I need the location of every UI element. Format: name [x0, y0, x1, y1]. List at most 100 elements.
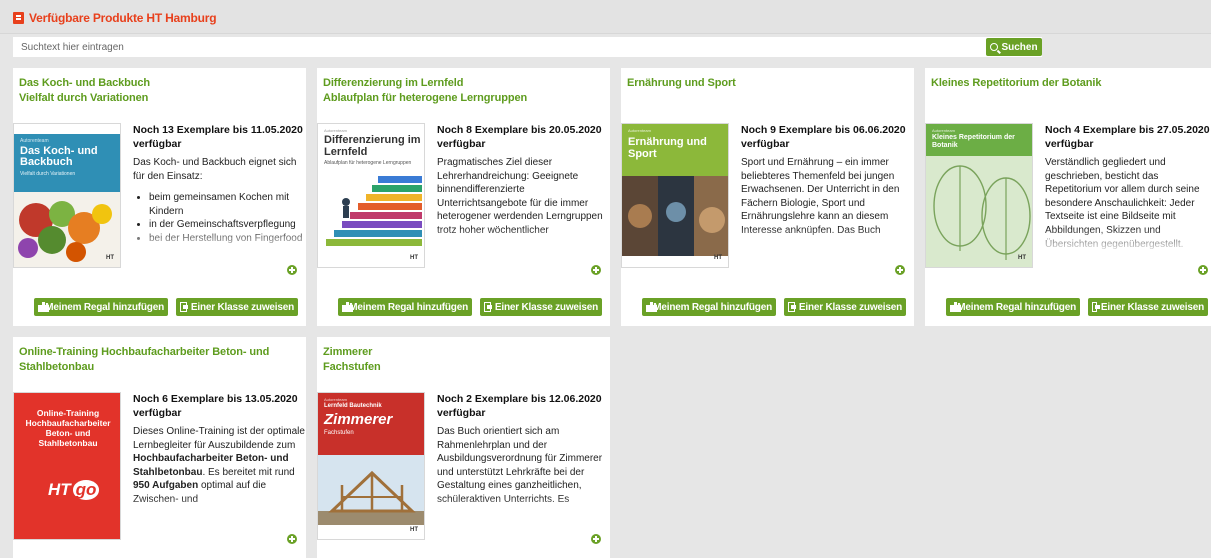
expand-plus-icon[interactable]: [591, 534, 601, 544]
product-description: Das Buch orientiert sich am Rahmenlehrpl…: [437, 425, 610, 523]
product-description: Dieses Online-Training ist der optimale …: [133, 425, 306, 523]
logo-text: go: [72, 480, 100, 500]
cover-author: Autorenteam: [628, 128, 651, 133]
shelf-icon: [342, 302, 354, 312]
availability-text: Noch 6 Exemplare bis 13.05.2020 verfügba…: [133, 393, 298, 419]
leaf-illustration: [926, 156, 1032, 267]
cover-title: Differenzierung im Lernfeld: [324, 134, 421, 158]
page-header: Verfügbare Produkte HT Hamburg: [0, 0, 1211, 34]
product-card-online-training: Online-Training Hochbaufacharbeiter Beto…: [13, 337, 306, 558]
product-subtitle-line: Vielfalt durch Variationen: [19, 92, 149, 104]
product-title[interactable]: Differenzierung im Lernfeld Ablaufplan f…: [323, 76, 608, 106]
product-subtitle-line: Fachstufen: [323, 361, 381, 373]
assign-class-button[interactable]: Einer Klasse zuweisen: [176, 298, 298, 316]
description-text: Dieses Online-Training ist der optimale …: [133, 426, 305, 451]
assign-class-button[interactable]: Einer Klasse zuweisen: [480, 298, 602, 316]
product-title[interactable]: Zimmerer Fachstufen: [323, 345, 608, 375]
assign-class-button[interactable]: Einer Klasse zuweisen: [1088, 298, 1208, 316]
publisher-logo: HT: [410, 527, 418, 533]
publisher-logo: HT: [714, 255, 722, 261]
product-title[interactable]: Kleines Repetitorium der Botanik: [931, 76, 1211, 91]
book-cover[interactable]: Online-Training Hochbaufacharbeiter Beto…: [13, 392, 121, 540]
vegetables-image: [14, 192, 120, 267]
expand-plus-icon[interactable]: [895, 265, 905, 275]
book-cover[interactable]: Autorenteam Kleines Repetitorium der Bot…: [925, 123, 1033, 268]
cover-title-line: Stahlbetonbau: [38, 438, 98, 448]
description-intro: Das Koch- und Backbuch eignet sich für d…: [133, 157, 297, 182]
logo-text: HT: [48, 480, 71, 499]
sports-photo: [622, 176, 728, 267]
add-to-shelf-label: Meinem Regal hinzufügen: [349, 301, 468, 313]
product-title-line: Das Koch- und Backbuch: [19, 77, 151, 89]
expand-plus-icon[interactable]: [287, 534, 297, 544]
product-card-ernaehrung: Ernährung und Sport Autorenteam Ernährun…: [621, 68, 914, 326]
product-title-line: Kleines Repetitorium der Botanik: [931, 77, 1102, 89]
page-title: Verfügbare Produkte HT Hamburg: [29, 11, 217, 25]
cover-title: Zimmerer: [324, 411, 393, 428]
expand-plus-icon[interactable]: [287, 265, 297, 275]
add-to-shelf-label: Meinem Regal hinzufügen: [45, 301, 164, 313]
search-button[interactable]: Suchen: [986, 38, 1042, 56]
cover-title: Das Koch- und Backbuch: [20, 145, 98, 168]
add-to-shelf-button[interactable]: Meinem Regal hinzufügen: [34, 298, 168, 316]
cover-kicker: Lernfeld Bautechnik: [324, 403, 382, 409]
cover-subtitle: Fachstufen: [324, 430, 354, 436]
availability-text: Noch 4 Exemplare bis 27.05.2020 verfügba…: [1045, 124, 1210, 150]
list-item: beim gemeinsamen Kochen mit Kindern: [149, 191, 306, 218]
product-description: Das Koch- und Backbuch eignet sich für d…: [133, 156, 306, 254]
product-card-botanik: Kleines Repetitorium der Botanik Autoren…: [925, 68, 1211, 326]
product-description: Sport und Ernährung – ein immer beliebte…: [741, 156, 914, 254]
cover-author: Autorenteam: [324, 128, 347, 133]
add-to-shelf-button[interactable]: Meinem Regal hinzufügen: [946, 298, 1080, 316]
cover-author: Autorenteam: [932, 128, 955, 133]
expand-plus-icon[interactable]: [1198, 265, 1208, 275]
publisher-logo: HT: [1018, 255, 1026, 261]
cover-subtitle: Vielfalt durch Variationen: [20, 171, 76, 177]
book-cover[interactable]: Autorenteam Differenzierung im Lernfeld …: [317, 123, 425, 268]
classroom-icon: [788, 302, 796, 312]
cover-title-line: Hochbaufacharbeiter: [25, 418, 111, 428]
description-list: beim gemeinsamen Kochen mit Kindern in d…: [133, 191, 306, 245]
product-title[interactable]: Das Koch- und Backbuch Vielfalt durch Va…: [19, 76, 304, 106]
assign-class-label: Einer Klasse zuweisen: [494, 301, 598, 313]
product-subtitle-line: Ablaufplan für heterogene Lerngruppen: [323, 92, 528, 104]
product-title-line: Ernährung und Sport: [627, 77, 736, 89]
cover-title-line: Online-Training: [36, 408, 100, 418]
search-icon: [990, 43, 999, 51]
product-title[interactable]: Ernährung und Sport: [627, 76, 912, 91]
list-item: in der Gemeinschaftsverpflegung: [149, 218, 306, 232]
shelf-icon: [38, 302, 50, 312]
assign-class-button[interactable]: Einer Klasse zuweisen: [784, 298, 906, 316]
add-to-shelf-label: Meinem Regal hinzufügen: [653, 301, 772, 313]
availability-text: Noch 13 Exemplare bis 11.05.2020 verfügb…: [133, 124, 303, 150]
add-to-shelf-button[interactable]: Meinem Regal hinzufügen: [642, 298, 776, 316]
availability-text: Noch 9 Exemplare bis 06.06.2020 verfügba…: [741, 124, 906, 150]
publisher-logo: HT: [410, 255, 418, 261]
search-input[interactable]: [13, 37, 973, 57]
publisher-logo: HT: [106, 255, 114, 261]
timber-frame-photo: [318, 455, 424, 539]
add-to-shelf-button[interactable]: Meinem Regal hinzufügen: [338, 298, 472, 316]
expand-plus-icon[interactable]: [591, 265, 601, 275]
cover-title: Ernährung und Sport: [628, 136, 707, 160]
book-cover[interactable]: Autorenteam Ernährung und Sport HT: [621, 123, 729, 268]
cover-title: Kleines Repetitorium der Botanik: [932, 134, 1015, 149]
list-item: bei der Herstellung von Fingerfood: [149, 232, 306, 246]
book-cover[interactable]: Autorenteam Das Koch- und Backbuch Vielf…: [13, 123, 121, 268]
shelf-icon: [950, 302, 962, 312]
product-description: Verständlich gegliedert und geschrieben,…: [1045, 156, 1207, 254]
cover-title-line: Beton- und: [45, 428, 91, 438]
product-title[interactable]: Online-Training Hochbaufacharbeiter Beto…: [19, 345, 304, 375]
availability-text: Noch 2 Exemplare bis 12.06.2020 verfügba…: [437, 393, 602, 419]
product-description: Pragmatisches Ziel dieser Lehrerhandreic…: [437, 156, 610, 254]
product-card-zimmerer: Zimmerer Fachstufen Autorenteam Lernfeld…: [317, 337, 610, 558]
cover-subtitle: Ablaufplan für heterogene Lerngruppen: [324, 160, 412, 166]
shelf-icon: [646, 302, 658, 312]
assign-class-label: Einer Klasse zuweisen: [798, 301, 902, 313]
assign-class-label: Einer Klasse zuweisen: [1100, 301, 1204, 313]
product-list-icon: [13, 12, 24, 24]
availability-text: Noch 8 Exemplare bis 20.05.2020 verfügba…: [437, 124, 602, 150]
book-cover[interactable]: Autorenteam Lernfeld Bautechnik Zimmerer…: [317, 392, 425, 540]
ht-go-logo: HT go: [48, 480, 100, 500]
search-bar: Suchen: [13, 37, 1042, 57]
